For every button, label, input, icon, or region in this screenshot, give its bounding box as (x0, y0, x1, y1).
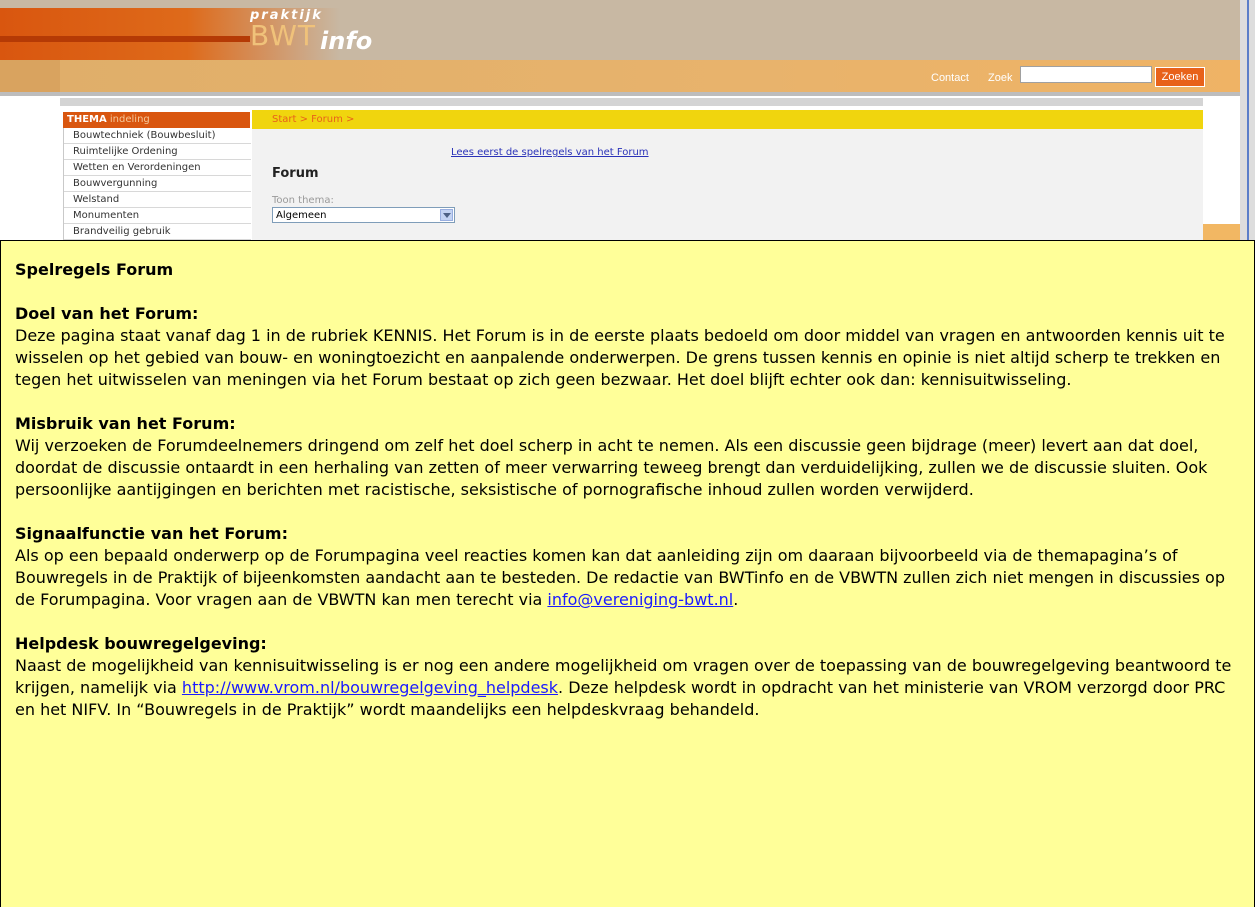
section-heading-misbruik: Misbruik van het Forum: (15, 414, 236, 433)
section-text-misbruik: Wij verzoeken de Forumdeelnemers dringen… (15, 436, 1208, 499)
logo-bwt: BWT (250, 19, 316, 52)
scrollbar-thumb[interactable] (1247, 0, 1249, 240)
sidebar-header: THEMA indeling (63, 112, 250, 128)
logo-info: info (320, 27, 373, 55)
divider-strip-light (60, 98, 1203, 106)
theme-select[interactable]: Algemeen (272, 207, 455, 223)
main-content (252, 129, 1203, 240)
sidebar-header-rest: indeling (109, 114, 150, 125)
breadcrumb[interactable]: Start > Forum > (272, 114, 354, 125)
contact-link[interactable]: Contact (931, 72, 969, 84)
signaal-text-after: . (733, 590, 739, 609)
header-bar-left (0, 60, 60, 92)
section-heading-doel: Doel van het Forum: (15, 304, 199, 323)
breadcrumb-bar (252, 110, 1203, 129)
tooltip-title: Spelregels Forum (15, 260, 174, 279)
page-title: Forum (272, 166, 319, 181)
sidebar-item-bouwtechniek[interactable]: Bouwtechniek (Bouwbesluit) (64, 128, 251, 144)
search-button[interactable]: Zoeken (1155, 67, 1205, 87)
section-heading-helpdesk: Helpdesk bouwregelgeving: (15, 634, 267, 653)
email-link[interactable]: info@vereniging-bwt.nl (547, 590, 733, 609)
sidebar-item-wetten[interactable]: Wetten en Verordeningen (64, 160, 251, 176)
sidebar-item-welstand[interactable]: Welstand (64, 192, 251, 208)
divider-strip (0, 92, 1240, 96)
search-input[interactable] (1020, 66, 1152, 83)
sidebar-item-brandveilig[interactable]: Brandveilig gebruik (64, 224, 251, 240)
chevron-down-icon[interactable] (440, 209, 453, 221)
theme-select-value: Algemeen (276, 210, 327, 221)
sidebar-item-monumenten[interactable]: Monumenten (64, 208, 251, 224)
logo-stripe (0, 36, 250, 42)
sidebar-header-bold: THEMA (67, 114, 107, 125)
sidebar-nav: Bouwtechniek (Bouwbesluit) Ruimtelijke O… (63, 128, 251, 240)
sidebar-item-ruimtelijke-ordening[interactable]: Ruimtelijke Ordening (64, 144, 251, 160)
theme-select-label: Toon thema: (272, 195, 334, 206)
helpdesk-link[interactable]: http://www.vrom.nl/bouwregelgeving_helpd… (182, 678, 558, 697)
search-label: Zoek (988, 72, 1013, 84)
sidebar-item-bouwvergunning[interactable]: Bouwvergunning (64, 176, 251, 192)
rules-tooltip: Spelregels Forum Doel van het Forum: Dez… (0, 240, 1255, 907)
section-text-helpdesk: Naast de mogelijkheid van kennisuitwisse… (15, 655, 1245, 721)
section-heading-signaal: Signaalfunctie van het Forum: (15, 524, 288, 543)
rules-link[interactable]: Lees eerst de spelregels van het Forum (451, 147, 649, 158)
section-text-doel: Deze pagina staat vanaf dag 1 in de rubr… (15, 326, 1225, 389)
section-text-signaal: Als op een bepaald onderwerp op de Forum… (15, 545, 1245, 611)
decorative-block (1203, 224, 1240, 240)
